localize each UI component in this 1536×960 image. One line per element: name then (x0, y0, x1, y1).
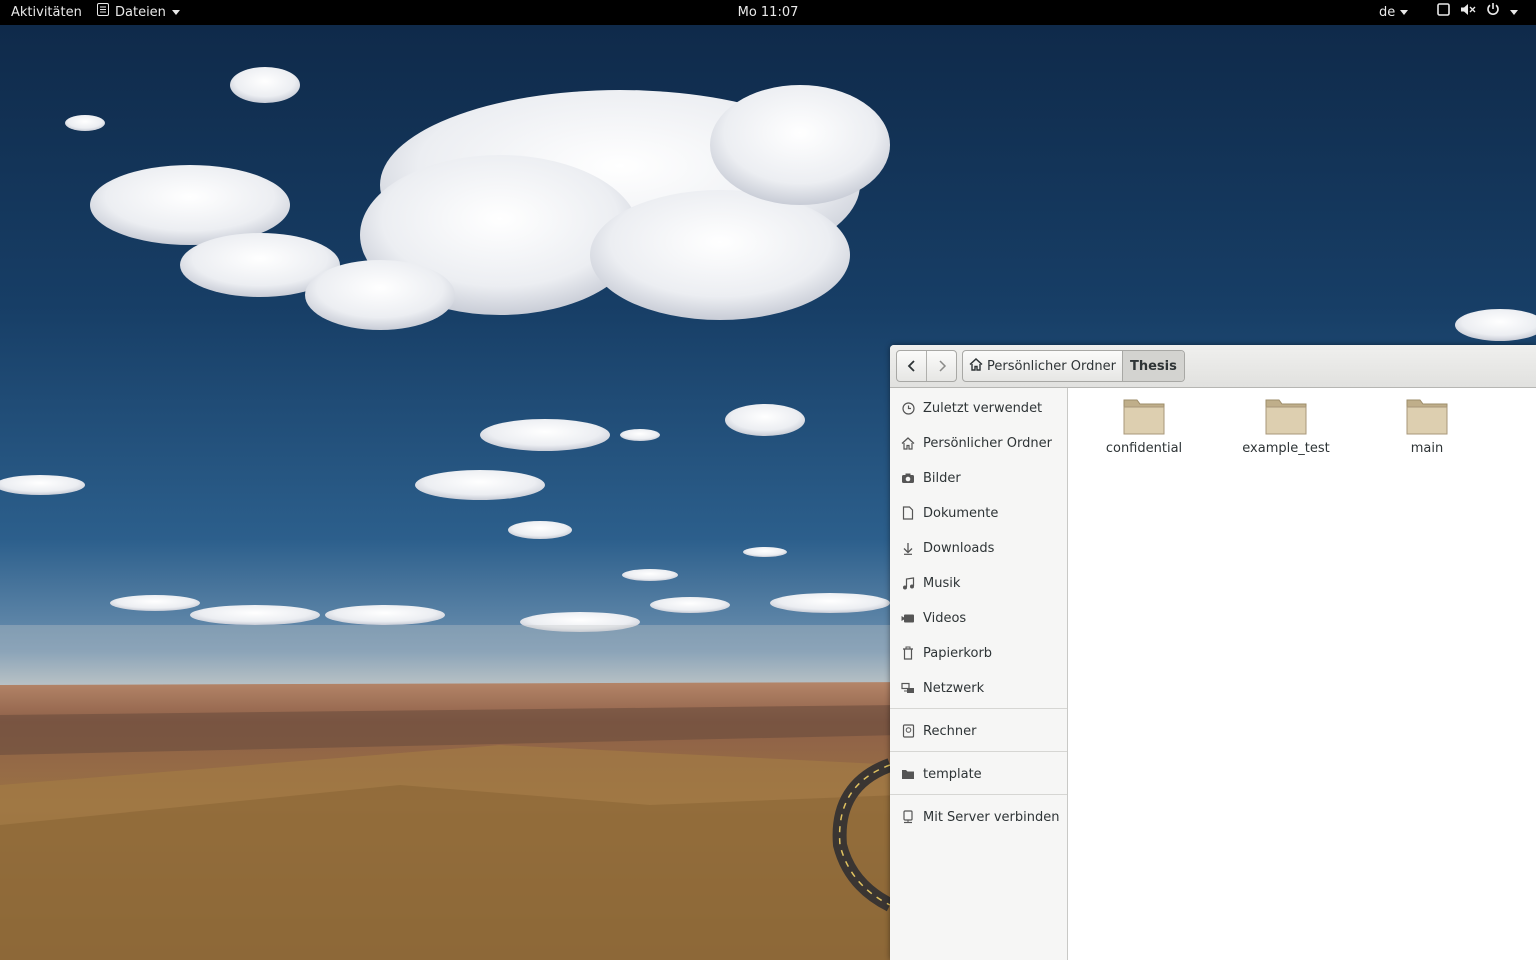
sidebar-item-music[interactable]: Musik (890, 568, 1067, 598)
video-icon (901, 611, 915, 625)
folder-name: main (1410, 441, 1444, 456)
back-button[interactable] (897, 351, 926, 381)
sidebar: Zuletzt verwendet Persönlicher Ordner Bi… (890, 388, 1068, 960)
download-icon (901, 541, 915, 555)
sidebar-item-label: Downloads (923, 540, 995, 556)
folder-item[interactable]: example_test (1226, 396, 1346, 456)
sidebar-item-label: Zuletzt verwendet (923, 400, 1043, 416)
window-icon (1437, 0, 1450, 25)
breadcrumb-home[interactable]: Persönlicher Ordner (963, 351, 1122, 381)
sidebar-item-label: Musik (923, 575, 961, 591)
sidebar-item-documents[interactable]: Dokumente (890, 498, 1067, 528)
sidebar-item-recent[interactable]: Zuletzt verwendet (890, 393, 1067, 423)
folder-item[interactable]: main (1367, 396, 1487, 456)
sidebar-item-label: Rechner (923, 723, 977, 739)
breadcrumb-home-label: Persönlicher Ordner (987, 358, 1116, 374)
sidebar-item-label: Persönlicher Ordner (923, 435, 1052, 451)
keyboard-layout-button[interactable]: de (1379, 0, 1409, 25)
activities-button[interactable]: Aktivitäten (11, 0, 82, 25)
sidebar-item-label: Bilder (923, 470, 961, 486)
sidebar-item-label: Dokumente (923, 505, 999, 521)
sidebar-item-trash[interactable]: Papierkorb (890, 638, 1067, 668)
sidebar-item-label: Netzwerk (923, 680, 985, 696)
folder-name: confidential (1105, 441, 1183, 456)
power-icon (1486, 0, 1500, 25)
sidebar-item-connect-server[interactable]: Mit Server verbinden (890, 802, 1067, 832)
folder-icon (901, 767, 915, 781)
top-bar: Aktivitäten Dateien Mo 11:07 de (0, 0, 1536, 25)
sidebar-item-label: Mit Server verbinden (923, 809, 1060, 825)
folder-icon (1265, 399, 1307, 435)
document-icon (901, 506, 915, 520)
trash-icon (901, 646, 915, 660)
folder-name: example_test (1242, 441, 1330, 456)
chevron-down-icon (1400, 10, 1409, 15)
folder-icon (1123, 399, 1165, 435)
sidebar-item-network[interactable]: Netzwerk (890, 673, 1067, 703)
clock-container: Mo 11:07 (0, 0, 1536, 25)
breadcrumb-current-label: Thesis (1129, 358, 1177, 374)
app-menu-label: Dateien (115, 5, 166, 20)
file-manager-window: Persönlicher Ordner Thesis Zuletzt verwe… (890, 345, 1536, 960)
sidebar-separator (890, 708, 1067, 709)
system-menu-button[interactable] (1437, 0, 1518, 25)
keyboard-layout-label: de (1379, 5, 1396, 20)
sidebar-item-template[interactable]: template (890, 759, 1067, 789)
navigation-buttons (896, 350, 957, 382)
home-icon (969, 357, 983, 375)
forward-button[interactable] (926, 351, 956, 381)
chevron-down-icon (171, 10, 180, 15)
chevron-right-icon (937, 357, 947, 376)
sidebar-item-home[interactable]: Persönlicher Ordner (890, 428, 1067, 458)
chevron-down-icon (1510, 10, 1518, 15)
camera-icon (901, 471, 915, 485)
volume-icon (1460, 0, 1476, 25)
network-icon (901, 681, 915, 695)
breadcrumb: Persönlicher Ordner Thesis (962, 350, 1185, 382)
sidebar-item-label: template (923, 766, 982, 782)
folder-icon (1406, 399, 1448, 435)
chevron-left-icon (907, 357, 917, 376)
sidebar-separator (890, 794, 1067, 795)
header-bar: Persönlicher Ordner Thesis (890, 345, 1536, 388)
sidebar-item-downloads[interactable]: Downloads (890, 533, 1067, 563)
sidebar-item-pictures[interactable]: Bilder (890, 463, 1067, 493)
clock-button[interactable]: Mo 11:07 (738, 5, 799, 20)
breadcrumb-current[interactable]: Thesis (1121, 351, 1184, 381)
sidebar-item-computer[interactable]: Rechner (890, 716, 1067, 746)
app-menu-button[interactable]: Dateien (97, 0, 180, 25)
server-icon (901, 810, 915, 824)
sidebar-item-videos[interactable]: Videos (890, 603, 1067, 633)
folder-view: confidential example_test main (1068, 388, 1536, 960)
folder-item[interactable]: confidential (1084, 396, 1204, 456)
clock-icon (901, 401, 915, 415)
drive-icon (901, 724, 915, 738)
sidebar-separator (890, 751, 1067, 752)
music-icon (901, 576, 915, 590)
sidebar-item-label: Papierkorb (923, 645, 993, 661)
sidebar-item-label: Videos (923, 610, 967, 626)
files-app-icon (97, 0, 109, 25)
home-icon (901, 436, 915, 450)
